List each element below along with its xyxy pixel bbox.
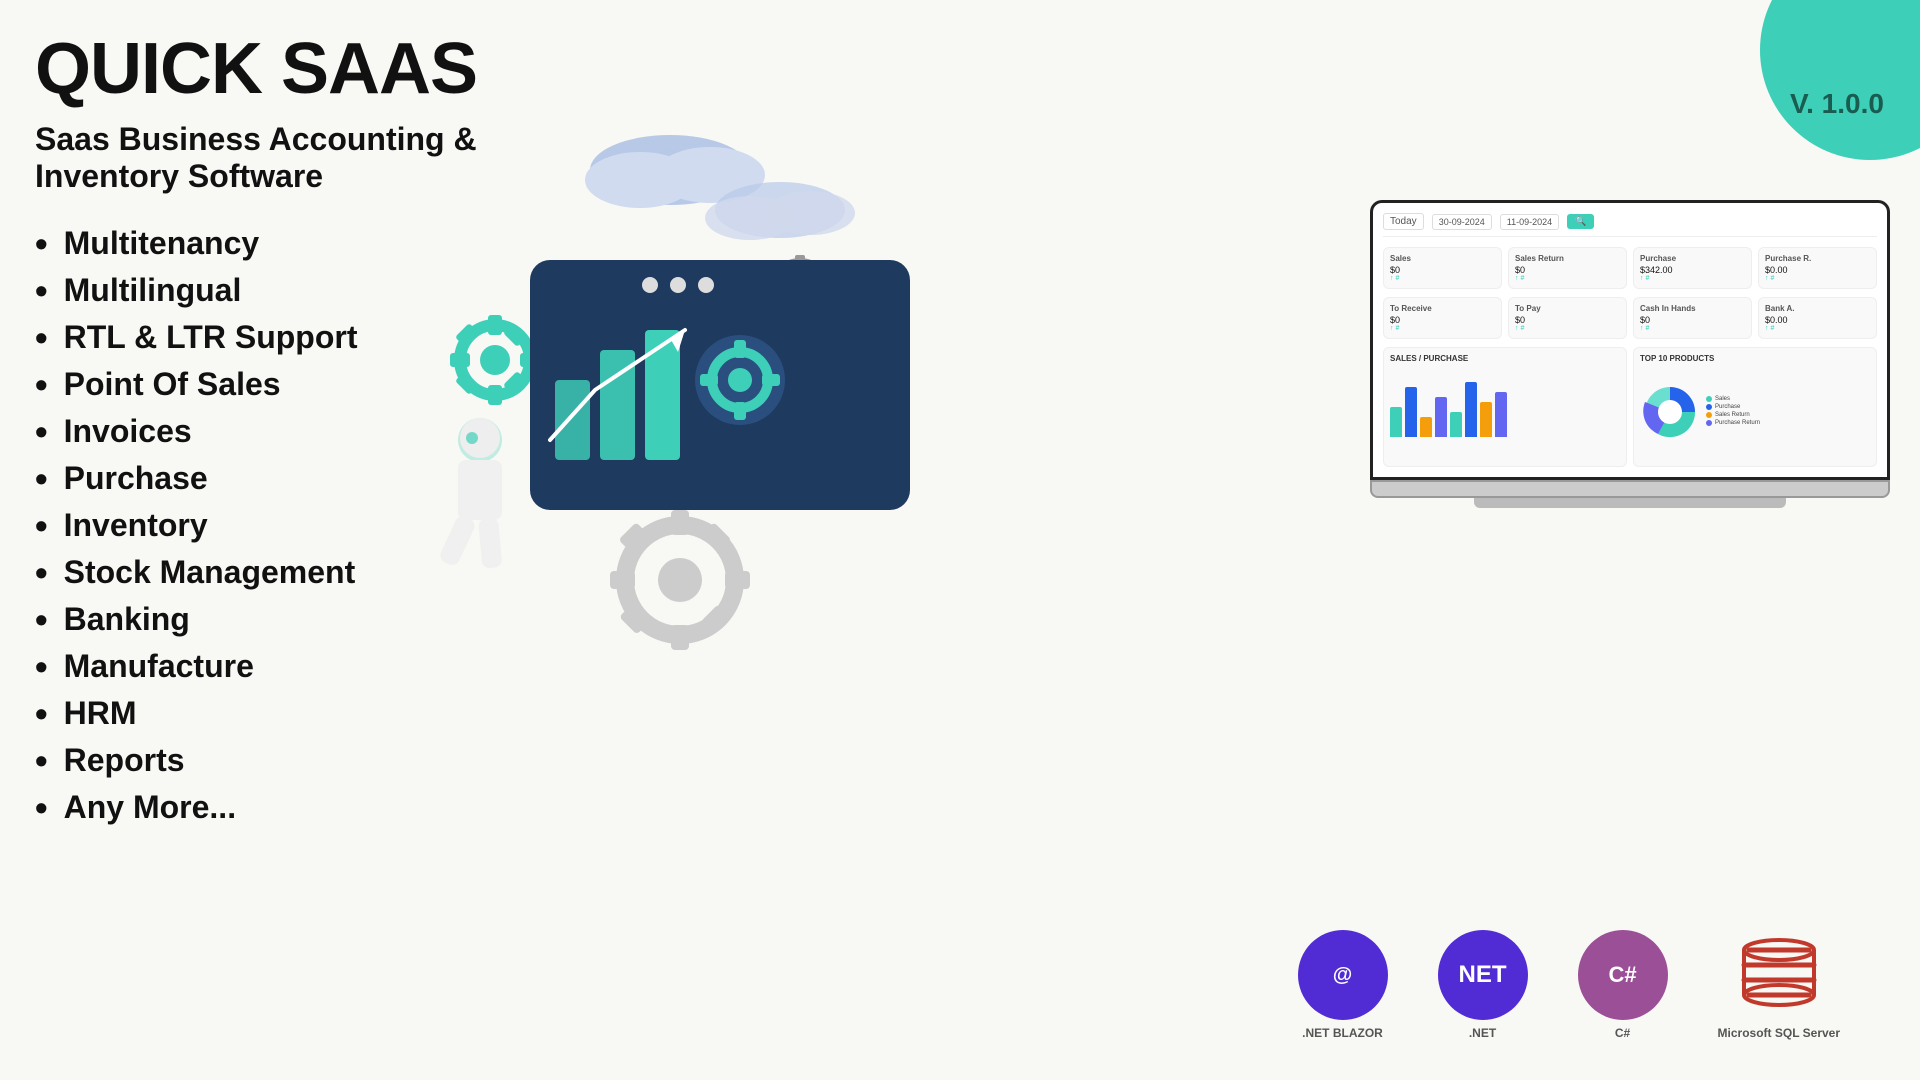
legend-item: Sales Return [1706, 412, 1760, 418]
sql-logo-svg [1734, 930, 1824, 1020]
stat-card: Cash In Hands $0 ↑ # [1633, 297, 1752, 339]
hero-illustration [400, 80, 1350, 700]
net-icon: NET [1438, 930, 1528, 1020]
laptop-mockup: Today 30-09-2024 11-09-2024 🔍 Sales $0 ↑… [1370, 200, 1890, 508]
legend-item: Sales [1706, 396, 1760, 402]
feature-item: Any More... [35, 789, 515, 826]
stat-value: $0.00 [1765, 315, 1870, 325]
stats-row-2: To Receive $0 ↑ # To Pay $0 ↑ # Cash In … [1383, 297, 1877, 339]
logo-blazor: @ .NET BLAZOR [1298, 930, 1388, 1040]
stat-sub: ↑ # [1515, 325, 1620, 332]
filter-label: Today [1383, 213, 1424, 230]
stat-value: $342.00 [1640, 265, 1745, 275]
version-text: V. 1.0.0 [1790, 88, 1884, 120]
feature-item: Reports [35, 742, 515, 779]
stat-label: Purchase R. [1765, 254, 1870, 263]
pie-chart-title: TOP 10 PRODUCTS [1640, 354, 1870, 363]
stats-row-1: Sales $0 ↑ # Sales Return $0 ↑ # Purchas… [1383, 247, 1877, 289]
net-label: .NET [1469, 1026, 1496, 1040]
illustration-area [400, 80, 1400, 730]
stat-sub: ↑ # [1640, 275, 1745, 282]
laptop-stand [1474, 498, 1786, 508]
stat-value: $0 [1390, 315, 1495, 325]
stat-card: Purchase R. $0.00 ↑ # [1758, 247, 1877, 289]
logo-net: NET .NET [1438, 930, 1528, 1040]
blazor-label: .NET BLAZOR [1302, 1026, 1383, 1040]
pie-chart-svg [1640, 382, 1700, 442]
stat-card: Sales Return $0 ↑ # [1508, 247, 1627, 289]
csharp-label: C# [1615, 1026, 1630, 1040]
bar-chart-card: SALES / PURCHASE [1383, 347, 1627, 467]
blazor-icon: @ [1298, 930, 1388, 1020]
stat-label: To Receive [1390, 304, 1495, 313]
logo-csharp: C# C# [1578, 930, 1668, 1040]
stat-sub: ↑ # [1765, 275, 1870, 282]
charts-row: SALES / PURCHASE TOP 10 PRODUCTS [1383, 347, 1877, 467]
legend-item: Purchase Return [1706, 420, 1760, 426]
date-to: 11-09-2024 [1500, 214, 1559, 230]
stat-card: Purchase $342.00 ↑ # [1633, 247, 1752, 289]
stat-sub: ↑ # [1515, 275, 1620, 282]
stat-value: $0 [1640, 315, 1745, 325]
legend-item: Purchase [1706, 404, 1760, 410]
stat-value: $0 [1390, 265, 1495, 275]
laptop-screen: Today 30-09-2024 11-09-2024 🔍 Sales $0 ↑… [1370, 200, 1890, 480]
pie-container: Sales Purchase Sales Return Purchase Return [1640, 367, 1870, 457]
stat-card: To Receive $0 ↑ # [1383, 297, 1502, 339]
stat-label: Sales [1390, 254, 1495, 263]
tech-logos-section: @ .NET BLAZOR NET .NET C# C# [1298, 930, 1840, 1040]
stat-card: To Pay $0 ↑ # [1508, 297, 1627, 339]
bar-chart-title: SALES / PURCHASE [1390, 354, 1620, 363]
stat-sub: ↑ # [1765, 325, 1870, 332]
stat-sub: ↑ # [1390, 325, 1495, 332]
stat-value: $0 [1515, 315, 1620, 325]
stat-sub: ↑ # [1390, 275, 1495, 282]
dashboard-header: Today 30-09-2024 11-09-2024 🔍 [1383, 213, 1877, 237]
pie-chart-card: TOP 10 PRODUCTS Sales Purchase Sales Retur… [1633, 347, 1877, 467]
sql-label: Microsoft SQL Server [1718, 1026, 1840, 1040]
laptop-base [1370, 480, 1890, 498]
stat-value: $0.00 [1765, 265, 1870, 275]
stat-card: Sales $0 ↑ # [1383, 247, 1502, 289]
search-btn[interactable]: 🔍 [1567, 214, 1594, 229]
version-badge: V. 1.0.0 [1760, 0, 1920, 160]
bar-chart [1390, 367, 1620, 437]
stat-label: Cash In Hands [1640, 304, 1745, 313]
stat-label: Purchase [1640, 254, 1745, 263]
stat-sub: ↑ # [1640, 325, 1745, 332]
stat-label: Bank A. [1765, 304, 1870, 313]
stat-value: $0 [1515, 265, 1620, 275]
stat-label: Sales Return [1515, 254, 1620, 263]
date-from: 30-09-2024 [1432, 214, 1492, 230]
logo-sql: Microsoft SQL Server [1718, 930, 1840, 1040]
stat-label: To Pay [1515, 304, 1620, 313]
pie-legend: Sales Purchase Sales Return Purchase Return [1706, 396, 1760, 428]
stat-card: Bank A. $0.00 ↑ # [1758, 297, 1877, 339]
csharp-icon: C# [1578, 930, 1668, 1020]
